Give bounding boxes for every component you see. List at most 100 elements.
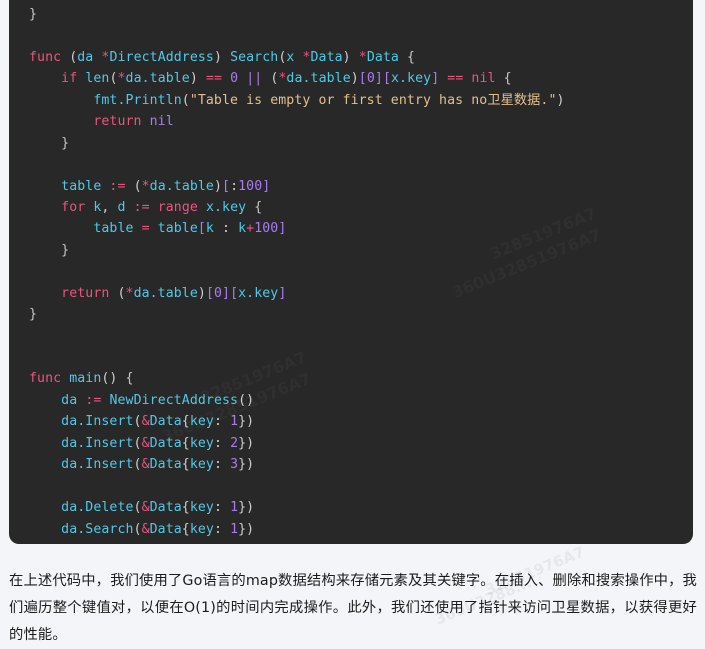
code-token: key (189, 500, 214, 516)
code-token: : (213, 500, 231, 516)
code-token: ) (342, 49, 351, 65)
code-token: Data (310, 49, 343, 65)
code-line: da.Search(&Data{key: 1}) (9, 519, 693, 540)
code-token: { (503, 71, 512, 87)
code-token: [ (222, 178, 231, 194)
code-token: func (29, 49, 62, 65)
code-token: { (125, 371, 134, 387)
code-token: k (238, 221, 247, 237)
code-token: Search (230, 49, 279, 65)
code-line: da.Insert(&Data{key: 3}) (9, 454, 693, 475)
code-token: : (213, 435, 231, 451)
code-line: } (9, 240, 693, 261)
code-token: * (125, 285, 134, 301)
code-token: NewDirectAddress (109, 392, 239, 408)
code-token: } (29, 307, 38, 323)
code-token: * (358, 49, 367, 65)
code-token: table (157, 221, 198, 237)
code-token: Data (149, 414, 182, 430)
code-token: := (133, 199, 150, 215)
code-token: da.Insert (61, 435, 134, 451)
code-token: k (205, 221, 214, 237)
code-token: + (246, 221, 255, 237)
code-token: table (93, 221, 134, 237)
code-token: ( (133, 500, 142, 516)
code-token: : (213, 521, 231, 537)
code-token: Data (149, 435, 182, 451)
code-token: := (85, 392, 102, 408)
code-line: } (9, 540, 693, 544)
code-token: ) (189, 71, 198, 87)
code-block[interactable]: } func (da *DirectAddress) Search(x *Dat… (9, 0, 693, 544)
code-token: : (213, 414, 231, 430)
code-token: * (141, 178, 150, 194)
code-token: Data (149, 500, 182, 516)
code-line: func (da *DirectAddress) Search(x *Data)… (9, 47, 693, 68)
code-scroll-area[interactable]: } func (da *DirectAddress) Search(x *Dat… (9, 0, 693, 544)
code-token: == (205, 71, 223, 87)
code-token: 0 (213, 285, 223, 301)
code-token: () (101, 371, 118, 387)
code-token: da.Search (61, 521, 134, 537)
code-token: x.key (238, 285, 279, 301)
code-token: x.key (205, 199, 247, 215)
code-token: 1 (230, 500, 239, 516)
code-token: { (254, 199, 263, 215)
code-token: x.key (390, 71, 432, 87)
code-line: fmt.Println("Table is empty or first ent… (9, 90, 693, 111)
code-token: ( (133, 414, 142, 430)
code-token: { (181, 500, 190, 516)
code-token: { (181, 457, 190, 473)
code-token: ] (222, 285, 231, 301)
code-token: { (181, 521, 190, 537)
code-token: da (61, 392, 78, 408)
code-token: 100 (254, 221, 279, 237)
code-token: fmt.Println (93, 92, 182, 108)
code-token: func (29, 371, 62, 387)
code-token: [ (230, 285, 239, 301)
code-line: da.Insert(&Data{key: 2}) (9, 433, 693, 454)
code-line: table := (*da.table)[:100] (9, 176, 693, 197)
code-token: } (238, 500, 247, 516)
code-line: } (9, 304, 693, 325)
code-line: da.Insert(&Data{key: 1}) (9, 411, 693, 432)
code-token: nil (471, 71, 496, 87)
code-token: ) (197, 285, 206, 301)
code-token: da (77, 49, 94, 65)
code-token: } (238, 521, 247, 537)
code-token: () (238, 392, 255, 408)
code-token: key (189, 457, 214, 473)
code-token: da.Insert (61, 457, 134, 473)
code-token: { (181, 414, 190, 430)
code-token: 0 (366, 71, 375, 87)
code-token: d (117, 199, 126, 215)
code-token: ( (117, 285, 126, 301)
code-token: for (61, 199, 86, 215)
code-token: key (189, 414, 214, 430)
code-token: len (85, 71, 110, 87)
code-token: } (29, 543, 37, 544)
code-token: & (141, 457, 150, 473)
code-token: ) (213, 49, 223, 65)
code-token: Data (149, 521, 182, 537)
code-token: return (61, 285, 110, 301)
code-token: ( (181, 92, 190, 108)
code-token: : (213, 457, 231, 473)
code-token: [ (358, 71, 367, 87)
code-token: } (29, 7, 38, 22)
